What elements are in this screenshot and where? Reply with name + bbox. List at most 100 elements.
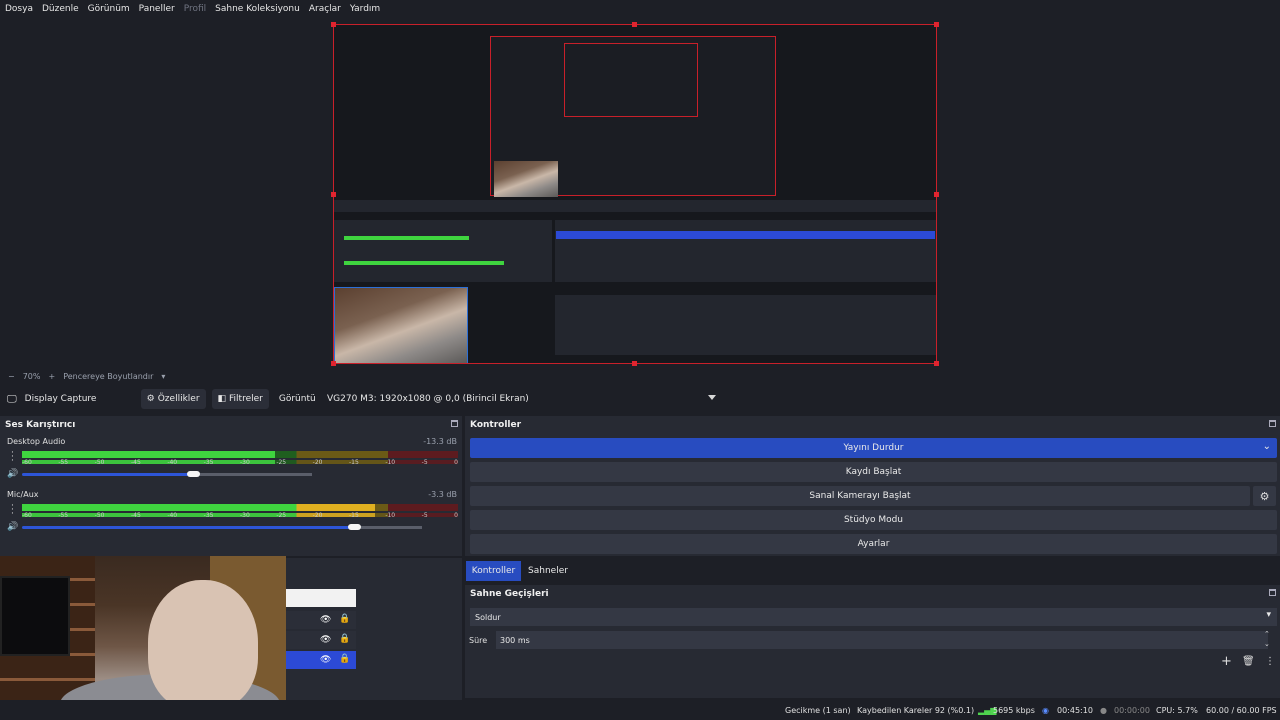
- zoom-out-icon[interactable]: −: [8, 372, 15, 381]
- record-icon: ●: [1100, 706, 1107, 715]
- menu-docks[interactable]: Paneller: [139, 4, 175, 14]
- mini-mixer: [334, 220, 552, 282]
- menu-help[interactable]: Yardım: [350, 4, 380, 14]
- resize-handle[interactable]: [632, 22, 637, 27]
- scale-mode[interactable]: Pencereye Boyutlandır: [63, 372, 153, 381]
- volume-slider[interactable]: [22, 473, 312, 476]
- scale-tick-label: -10: [385, 459, 396, 466]
- chevron-down-icon: [708, 395, 716, 400]
- start-recording-label: Kaydı Başlat: [845, 467, 902, 477]
- volume-knob[interactable]: [187, 471, 201, 477]
- meter-scale: -60 -55 -50 -45 -40 -35 -30 -25 -20 -15 -10 -5 0: [22, 512, 458, 521]
- tab-controls[interactable]: Kontroller: [466, 561, 521, 581]
- mini-toolbar: [334, 200, 936, 212]
- resize-handle[interactable]: [934, 361, 939, 366]
- eye-icon[interactable]: 👁: [320, 615, 331, 625]
- lock-icon[interactable]: 🔒: [339, 634, 350, 644]
- stop-stream-button[interactable]: Yayını Durdur ⌄: [470, 438, 1277, 458]
- meter-scale: -60 -55 -50 -45 -40 -35 -30 -25 -20 -15 -10 -5 0: [22, 459, 458, 468]
- level-fill: [22, 504, 376, 511]
- trash-icon[interactable]: 🗑: [1242, 656, 1255, 667]
- properties-button[interactable]: ⚙ Özellikler: [140, 389, 206, 409]
- menu-profile[interactable]: Profil: [184, 4, 206, 14]
- volume-knob[interactable]: [348, 524, 361, 530]
- scale-tick-label: -40: [167, 459, 178, 466]
- virtual-camera-settings-button[interactable]: ⚙: [1253, 486, 1276, 506]
- menu-tools[interactable]: Araçlar: [309, 4, 341, 14]
- menu-dots-icon[interactable]: · · ·: [11, 502, 14, 519]
- duration-input[interactable]: 300 ms: [496, 631, 1268, 649]
- scale-tick-label: -45: [131, 512, 141, 519]
- track-name: Desktop Audio: [7, 437, 66, 446]
- mini-webcam-2: [494, 161, 558, 197]
- settings-label: Ayarlar: [857, 539, 890, 549]
- lock-icon[interactable]: 🔒: [339, 654, 350, 664]
- undock-icon[interactable]: [1269, 589, 1276, 596]
- more-icon[interactable]: ⋮: [1265, 656, 1275, 667]
- spin-up-icon[interactable]: ⌃: [1264, 630, 1270, 638]
- background-monitor: [0, 576, 70, 656]
- start-recording-button[interactable]: Kaydı Başlat: [470, 462, 1277, 482]
- add-icon[interactable]: +: [1221, 654, 1232, 669]
- zoom-in-icon[interactable]: +: [48, 372, 55, 381]
- speaker-icon[interactable]: 🔊: [7, 522, 18, 532]
- volume-rest: [354, 526, 422, 529]
- audio-mixer-panel: Ses Karıştırıcı Desktop Audio -13.3 dB ·…: [0, 416, 462, 556]
- transition-select[interactable]: Soldur ▾: [470, 608, 1277, 626]
- resize-handle[interactable]: [331, 361, 336, 366]
- menu-file[interactable]: Dosya: [5, 4, 33, 14]
- start-virtual-camera-button[interactable]: Sanal Kamerayı Başlat: [470, 486, 1250, 506]
- settings-button[interactable]: Ayarlar: [470, 534, 1277, 554]
- menu-view[interactable]: Görünüm: [88, 4, 130, 14]
- lock-icon[interactable]: 🔒: [339, 614, 350, 624]
- preview-canvas[interactable]: [333, 24, 937, 364]
- stop-stream-label: Yayını Durdur: [843, 443, 904, 453]
- eye-icon[interactable]: 👁: [320, 635, 331, 645]
- speaker-icon[interactable]: 🔊: [7, 469, 18, 479]
- mini-meter-2: [344, 261, 504, 265]
- list-item[interactable]: [286, 589, 356, 607]
- properties-label: Özellikler: [157, 394, 200, 404]
- undock-icon[interactable]: [1269, 420, 1276, 427]
- scale-tick-label: -15: [349, 512, 359, 519]
- monitor-icon: 🖵: [7, 393, 17, 405]
- menu-edit[interactable]: Düzenle: [42, 4, 79, 14]
- resize-handle[interactable]: [934, 192, 939, 197]
- menu-scene-collection[interactable]: Sahne Koleksiyonu: [215, 4, 300, 14]
- filters-button[interactable]: ◧ Filtreler: [211, 389, 269, 409]
- source-list: 👁 🔒 👁 🔒 👁 🔒: [286, 589, 356, 671]
- preview-area[interactable]: [0, 18, 1280, 370]
- status-delay: Gecikme (1 san): [785, 706, 851, 715]
- scale-tick-label: -5: [421, 459, 428, 466]
- spin-down-icon[interactable]: ⌄: [1264, 640, 1270, 648]
- scale-tick-label: -55: [58, 512, 69, 519]
- recursive-capture-inner: [564, 43, 698, 117]
- panel-title: Ses Karıştırıcı: [5, 420, 76, 430]
- chevron-down-icon[interactable]: ▾: [161, 372, 165, 381]
- resize-handle[interactable]: [331, 22, 336, 27]
- menu-dots-icon[interactable]: · · ·: [11, 449, 14, 466]
- chevron-down-icon: ▾: [1266, 610, 1271, 620]
- duration-label: Süre: [469, 636, 488, 645]
- scale-tick-label: -15: [349, 459, 359, 466]
- resize-handle[interactable]: [331, 192, 336, 197]
- eye-icon[interactable]: 👁: [320, 655, 331, 665]
- display-select[interactable]: VG270 M3: 1920x1080 @ 0,0 (Birincil Ekra…: [322, 389, 722, 409]
- list-item[interactable]: 👁 🔒: [286, 631, 356, 649]
- undock-icon[interactable]: [451, 420, 458, 427]
- scale-tick-label: -55: [58, 459, 69, 466]
- volume-slider[interactable]: [22, 526, 422, 529]
- tab-scenes[interactable]: Sahneler: [524, 561, 572, 581]
- resize-handle[interactable]: [934, 22, 939, 27]
- studio-mode-button[interactable]: Stüdyo Modu: [470, 510, 1277, 530]
- resize-handle[interactable]: [632, 361, 637, 366]
- tab-label: Sahneler: [528, 566, 568, 576]
- menu-bar: Dosya Düzenle Görünüm Paneller Profil Sa…: [0, 0, 1280, 18]
- mini-controls: [555, 220, 936, 282]
- chevron-down-icon[interactable]: ⌄: [1263, 441, 1271, 452]
- list-item[interactable]: 👁 🔒: [286, 611, 356, 629]
- zoom-bar: − 70% + Pencereye Boyutlandır ▾: [0, 370, 1280, 383]
- list-item[interactable]: 👁 🔒: [286, 651, 356, 669]
- filter-icon: ◧: [217, 394, 227, 404]
- status-bitrate: 5695 kbps: [993, 706, 1035, 715]
